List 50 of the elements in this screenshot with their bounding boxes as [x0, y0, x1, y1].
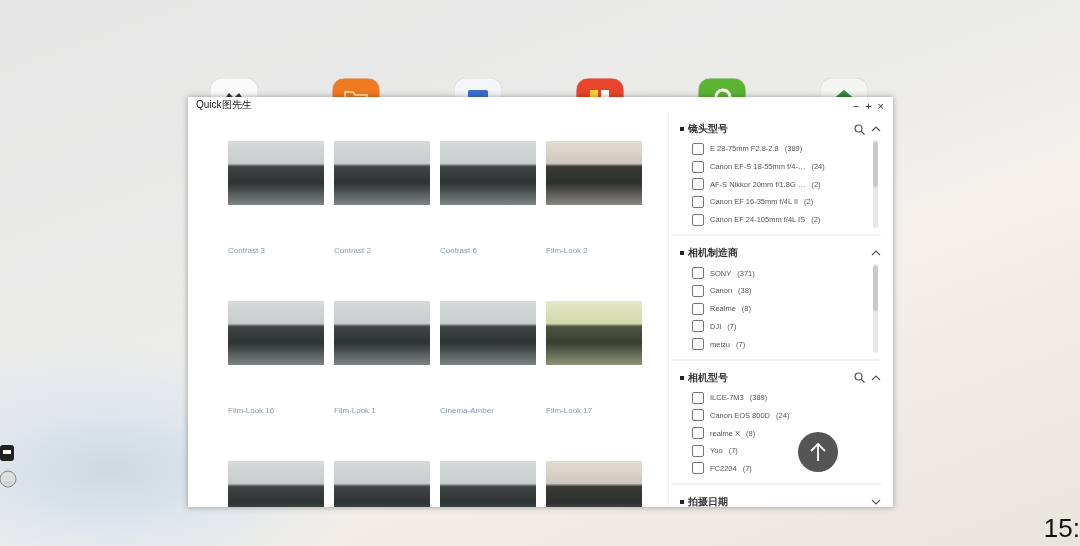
photo-placeholder[interactable] [440, 461, 536, 507]
minimize-button[interactable]: − [849, 99, 863, 112]
filter-title: 相机型号 [688, 370, 728, 385]
checkbox[interactable] [692, 302, 704, 315]
photo-placeholder[interactable] [228, 301, 324, 365]
collapse-button[interactable] [871, 373, 881, 382]
checkbox[interactable] [692, 320, 704, 333]
checkbox[interactable] [692, 160, 704, 173]
expand-button[interactable] [871, 498, 881, 507]
app-icon[interactable] [576, 78, 624, 97]
collapse-button[interactable] [871, 249, 881, 258]
checkbox[interactable] [692, 195, 704, 208]
photo-placeholder[interactable] [546, 141, 642, 205]
filter-title: 拍摄日期 [688, 495, 728, 507]
window-title: Quick图先生 [196, 97, 253, 112]
photo-placeholder[interactable] [334, 461, 430, 507]
photo-placeholder[interactable] [334, 141, 430, 205]
photo-placeholder[interactable] [546, 301, 642, 365]
checkbox[interactable] [692, 409, 704, 422]
photo-placeholder[interactable] [546, 461, 642, 507]
checkbox[interactable] [692, 427, 704, 440]
scrollbar[interactable] [873, 264, 878, 353]
scrollbar[interactable] [873, 140, 878, 229]
search-button[interactable] [854, 372, 865, 384]
checkbox[interactable] [692, 391, 704, 404]
checkbox[interactable] [692, 267, 704, 280]
app-icon[interactable] [820, 78, 868, 97]
arrow-up-icon [809, 442, 827, 462]
filter-title: 镜头型号 [688, 122, 728, 136]
checkbox[interactable] [692, 284, 704, 297]
checkbox[interactable] [692, 213, 704, 226]
app-icon[interactable] [210, 78, 258, 97]
filter-title: 相机制造商 [688, 246, 738, 261]
scroll-top-button[interactable] [798, 432, 838, 472]
app-icon[interactable] [454, 78, 502, 97]
search-button[interactable] [854, 123, 865, 135]
clock-time: 15: [1043, 513, 1080, 544]
photo-placeholder[interactable] [440, 141, 536, 205]
photo-placeholder[interactable] [228, 141, 324, 205]
photo-placeholder[interactable] [228, 461, 324, 507]
checkbox[interactable] [692, 178, 704, 191]
photo-placeholder[interactable] [334, 301, 430, 365]
photo-placeholder[interactable] [440, 301, 536, 365]
checkbox[interactable] [692, 338, 704, 351]
maximize-button[interactable]: + [862, 99, 875, 112]
checkbox[interactable] [692, 462, 704, 475]
collapse-button[interactable] [871, 125, 881, 133]
close-button[interactable]: × [874, 99, 887, 112]
checkbox[interactable] [692, 444, 704, 457]
checkbox[interactable] [692, 142, 704, 155]
